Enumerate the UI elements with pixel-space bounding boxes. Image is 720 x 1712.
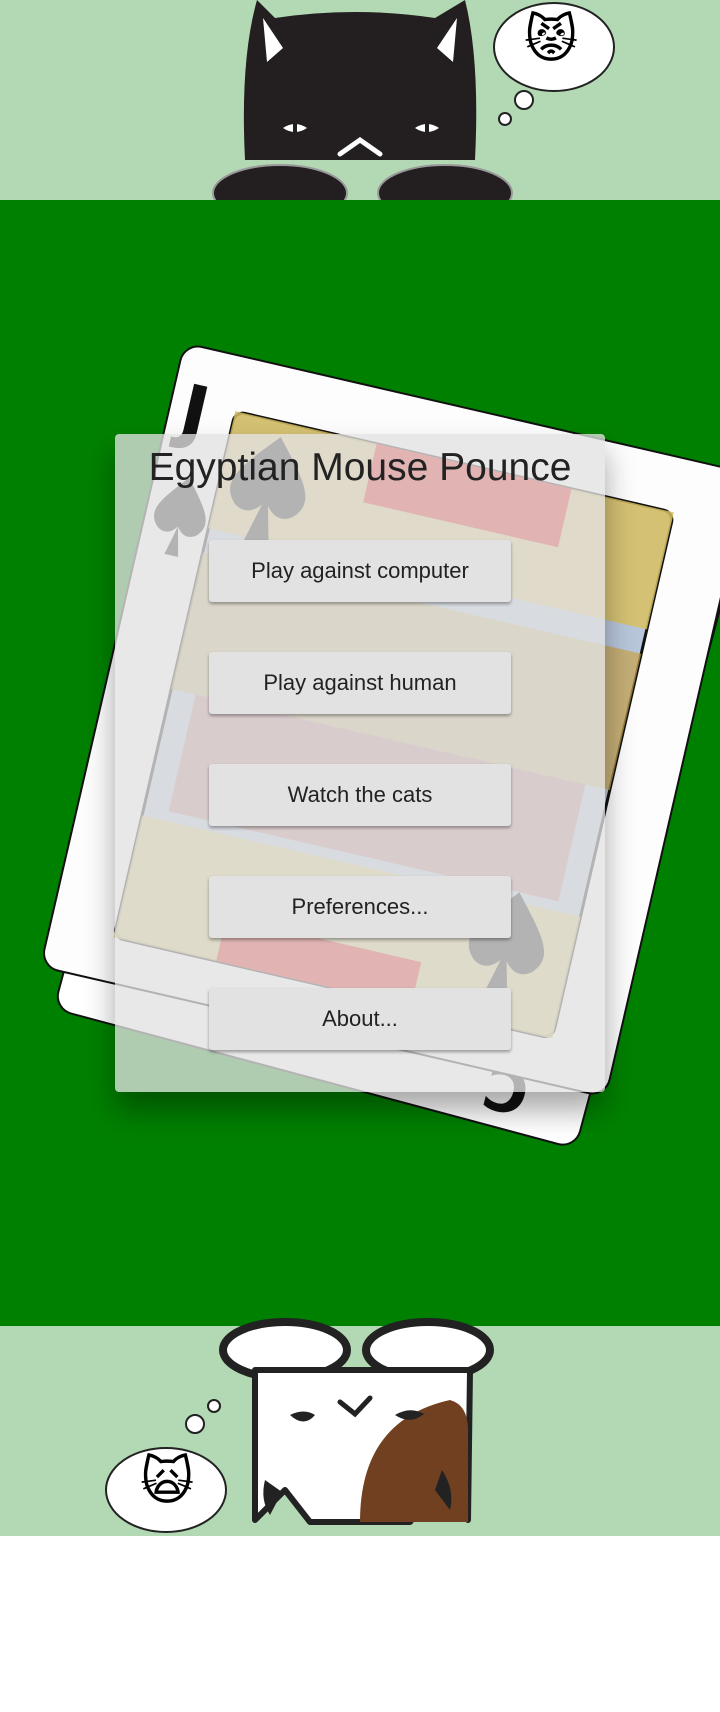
play-against-computer-button[interactable]: Play against computer (209, 540, 511, 602)
main-menu-panel: Egyptian Mouse Pounce Play against compu… (115, 434, 605, 1092)
bottom-player-area: 🙀 (0, 1318, 720, 1536)
pouting-cat-emoji-icon: 😾 (524, 10, 579, 70)
game-title: Egyptian Mouse Pounce (148, 446, 572, 489)
about-button[interactable]: About... (209, 988, 511, 1050)
card-table: C J Egyptian Mouse Pounce Play against c… (0, 200, 720, 1326)
white-brown-cat-icon (219, 1318, 494, 1525)
weary-cat-emoji-icon: 🙀 (140, 1452, 195, 1512)
black-cat-icon (212, 0, 513, 220)
play-against-human-button[interactable]: Play against human (209, 652, 511, 714)
preferences-button[interactable]: Preferences... (209, 876, 511, 938)
watch-the-cats-button[interactable]: Watch the cats (209, 764, 511, 826)
top-player-area: 😾 (0, 0, 720, 220)
blank-area (0, 1536, 720, 1712)
